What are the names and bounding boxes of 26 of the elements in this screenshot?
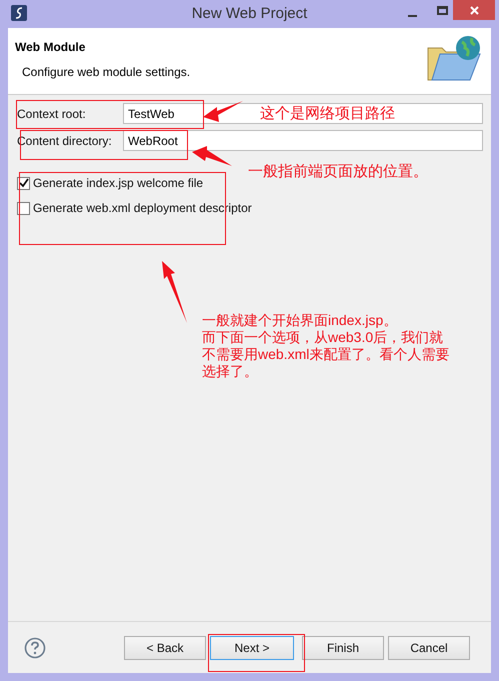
checkbox[interactable] bbox=[17, 176, 30, 190]
field-label: Context root: bbox=[16, 106, 87, 122]
text-field[interactable]: WebRoot bbox=[123, 130, 483, 151]
dialog-button[interactable]: Next > bbox=[210, 636, 294, 660]
dialog-button[interactable]: Finish bbox=[302, 636, 384, 660]
annotation-arrow bbox=[160, 261, 188, 323]
app-icon bbox=[11, 5, 27, 21]
annotation-text: 不需要用web.xml来配置了。看个人需要 bbox=[202, 346, 450, 363]
annotation-text: 这个是网络项目路径 bbox=[260, 104, 395, 124]
maximize-button[interactable] bbox=[437, 6, 448, 15]
close-button[interactable] bbox=[453, 0, 495, 20]
help-icon[interactable] bbox=[24, 636, 46, 658]
dialog-button[interactable]: < Back bbox=[124, 636, 206, 660]
annotation-arrow bbox=[192, 146, 232, 166]
annotation-text: 一般就建个开始界面index.jsp。 bbox=[202, 312, 398, 329]
page-description: Configure web module settings. bbox=[22, 64, 190, 81]
annotation-text: 选择了。 bbox=[202, 363, 259, 380]
dialog-button[interactable]: Cancel bbox=[388, 636, 470, 660]
checkbox-label: Generate index.jsp welcome file bbox=[33, 175, 204, 192]
annotation-arrow bbox=[203, 101, 243, 122]
page-title: Web Module bbox=[15, 39, 86, 56]
annotation-text: 而下面一个选项，从web3.0后，我们就 bbox=[202, 329, 444, 346]
checkbox[interactable] bbox=[17, 202, 30, 214]
window-title: New Web Project bbox=[192, 4, 308, 24]
close-icon bbox=[470, 6, 478, 14]
annotation-text: 一般指前端页面放的位置。 bbox=[248, 162, 428, 182]
